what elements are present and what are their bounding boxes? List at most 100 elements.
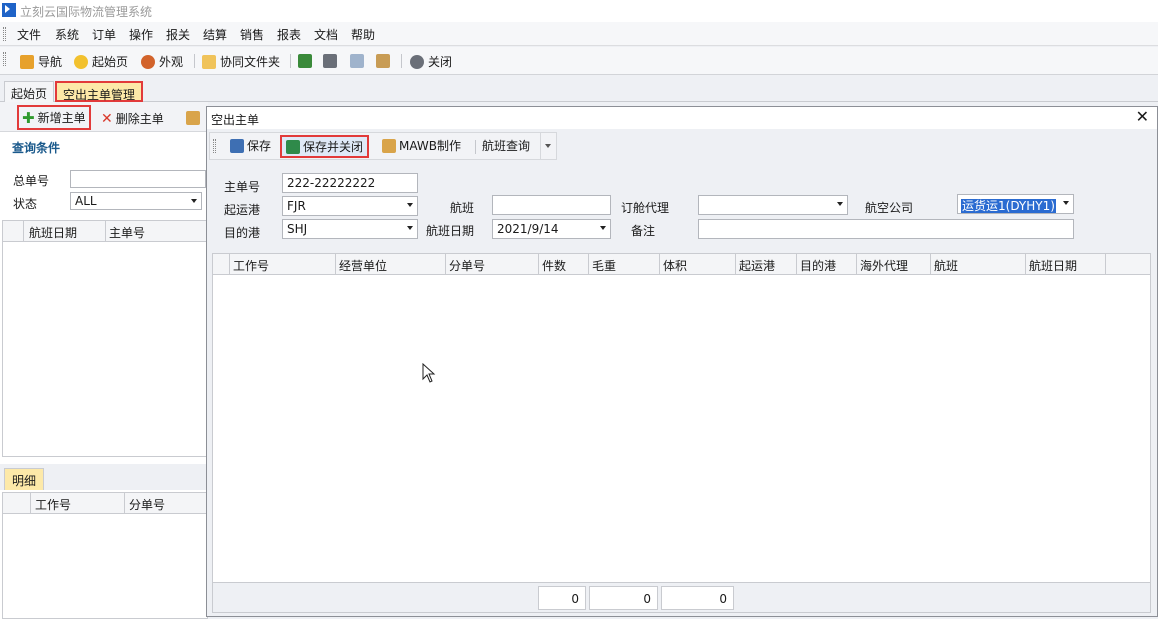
menu-reports[interactable]: 报表	[277, 26, 301, 43]
col-flight[interactable]: 航班	[934, 257, 958, 274]
flight-input[interactable]	[492, 195, 611, 215]
flight-date-label: 航班日期	[426, 224, 475, 238]
total-volume: 0	[661, 586, 734, 610]
total-weight: 0	[589, 586, 658, 610]
document-tabs: 起始页 空出主单管理	[0, 78, 1158, 102]
close-circle-icon	[410, 54, 424, 69]
master-no-label: 总单号	[13, 174, 50, 188]
menu-file[interactable]: 文件	[17, 26, 41, 43]
grid-footer: 0 0 0	[212, 583, 1151, 613]
master-grid-header: 航班日期 主单号	[2, 220, 208, 242]
col-overseas-agent[interactable]: 海外代理	[860, 257, 908, 274]
save-button[interactable]: 保存	[230, 137, 271, 154]
save-and-close-button[interactable]: 保存并关闭	[280, 135, 370, 158]
dialog-close-icon[interactable]: ✕	[1136, 109, 1149, 125]
origin-label: 起运港	[224, 203, 261, 217]
master-no-field[interactable]: 222-22222222	[282, 173, 418, 193]
col-house-no[interactable]: 分单号	[129, 496, 165, 513]
status-label: 状态	[13, 197, 38, 211]
dest-label: 目的港	[224, 226, 261, 240]
toolbar-grip-icon	[3, 52, 6, 66]
tab-air-master[interactable]: 空出主单管理	[55, 81, 144, 102]
menu-system[interactable]: 系统	[55, 26, 79, 43]
flight-date-picker[interactable]: 2021/9/14	[492, 219, 611, 239]
master-grid-body[interactable]	[2, 242, 208, 457]
master-list-panel: ✚ 新增主单 ✕ 删除主单 查询条件 总单号 状态 ALL 航班日期 主单号 明…	[0, 102, 208, 619]
window-title: 立刻云国际物流管理系统	[20, 5, 153, 19]
menu-operation[interactable]: 操作	[129, 26, 153, 43]
mawb-edit-icon	[382, 138, 396, 153]
col-gross-weight[interactable]: 毛重	[592, 257, 616, 274]
save-close-icon	[286, 139, 300, 154]
close-button[interactable]: 关闭	[410, 53, 452, 70]
star-icon	[74, 54, 88, 69]
delete-icon: ✕	[101, 110, 113, 127]
menu-sales[interactable]: 销售	[240, 26, 264, 43]
cut-icon[interactable]	[323, 54, 337, 68]
detail-grid-body[interactable]	[2, 514, 208, 619]
menu-customs[interactable]: 报关	[166, 26, 190, 43]
col-destination[interactable]: 目的港	[800, 257, 836, 274]
status-select[interactable]: ALL	[70, 192, 202, 210]
edit-icon[interactable]	[186, 111, 200, 125]
paste-icon[interactable]	[376, 54, 390, 68]
menu-order[interactable]: 订单	[92, 26, 116, 43]
save-icon	[230, 138, 244, 153]
copy-icon[interactable]	[350, 54, 364, 68]
folder-icon	[202, 54, 216, 69]
mouse-cursor-icon	[422, 363, 436, 383]
menu-help[interactable]: 帮助	[351, 26, 375, 43]
col-master-no[interactable]: 主单号	[109, 224, 145, 241]
col-pieces[interactable]: 件数	[542, 257, 566, 274]
menu-bar: 文件 系统 订单 操作 报关 结算 销售 报表 文档 帮助	[0, 22, 1158, 46]
airline-select[interactable]: 运货运1(DYHY1)	[957, 194, 1074, 214]
air-master-dialog: 空出主单 ✕ 保存 保存并关闭 MAWB制作 航班查询 主单号 222-2222…	[206, 106, 1158, 617]
dialog-title: 空出主单	[211, 113, 260, 127]
col-job-no[interactable]: 工作号	[233, 257, 269, 274]
master-no-label: 主单号	[224, 180, 261, 194]
col-origin[interactable]: 起运港	[739, 257, 775, 274]
menu-documents[interactable]: 文档	[314, 26, 338, 43]
new-master-button[interactable]: ✚ 新增主单	[17, 105, 91, 130]
home-button[interactable]: 起始页	[74, 53, 128, 70]
tab-start-page[interactable]: 起始页	[4, 81, 55, 102]
dialog-toolbar: 保存 保存并关闭 MAWB制作 航班查询	[209, 132, 557, 160]
nav-icon	[20, 54, 34, 69]
nav-button[interactable]: 导航	[20, 53, 62, 70]
plus-icon: ✚	[22, 108, 35, 127]
main-toolbar: 导航 起始页 外观 协同文件夹 关闭	[0, 47, 1158, 75]
overflow-chevron-icon	[545, 144, 551, 148]
col-job-no[interactable]: 工作号	[35, 496, 71, 513]
toolbar-overflow-button[interactable]	[540, 133, 556, 159]
undo-icon[interactable]	[298, 54, 312, 68]
palette-icon	[141, 54, 155, 69]
shared-folder-button[interactable]: 协同文件夹	[202, 53, 280, 70]
menu-grip-icon	[3, 27, 6, 41]
house-grid-header: 工作号 经营单位 分单号 件数 毛重 体积 起运港 目的港 海外代理 航班 航班…	[212, 253, 1151, 275]
house-bill-grid[interactable]: 工作号 经营单位 分单号 件数 毛重 体积 起运港 目的港 海外代理 航班 航班…	[212, 253, 1151, 583]
origin-select[interactable]: FJR	[282, 196, 418, 216]
mawb-button[interactable]: MAWB制作	[382, 137, 461, 154]
col-flight-date[interactable]: 航班日期	[29, 224, 77, 241]
col-business-unit[interactable]: 经营单位	[339, 257, 387, 274]
airline-label: 航空公司	[865, 201, 914, 215]
col-flight-date[interactable]: 航班日期	[1029, 257, 1077, 274]
query-section-title: 查询条件	[12, 141, 61, 155]
detail-grid-header: 工作号 分单号	[2, 492, 208, 514]
master-no-input[interactable]	[70, 170, 206, 188]
total-pieces: 0	[538, 586, 586, 610]
col-house-no[interactable]: 分单号	[449, 257, 485, 274]
window-title-bar: 立刻云国际物流管理系统	[0, 0, 1158, 22]
flight-query-button[interactable]: 航班查询	[482, 137, 530, 154]
col-volume[interactable]: 体积	[663, 257, 687, 274]
booking-agent-select[interactable]	[698, 195, 848, 215]
menu-settlement[interactable]: 结算	[203, 26, 227, 43]
delete-master-button[interactable]: ✕ 删除主单	[101, 110, 164, 127]
app-logo-icon	[2, 3, 16, 17]
remark-input[interactable]	[698, 219, 1074, 239]
remark-label: 备注	[631, 224, 656, 238]
tab-detail[interactable]: 明细	[4, 468, 45, 490]
appearance-button[interactable]: 外观	[141, 53, 183, 70]
booking-agent-label: 订舱代理	[621, 201, 670, 215]
dest-select[interactable]: SHJ	[282, 219, 418, 239]
